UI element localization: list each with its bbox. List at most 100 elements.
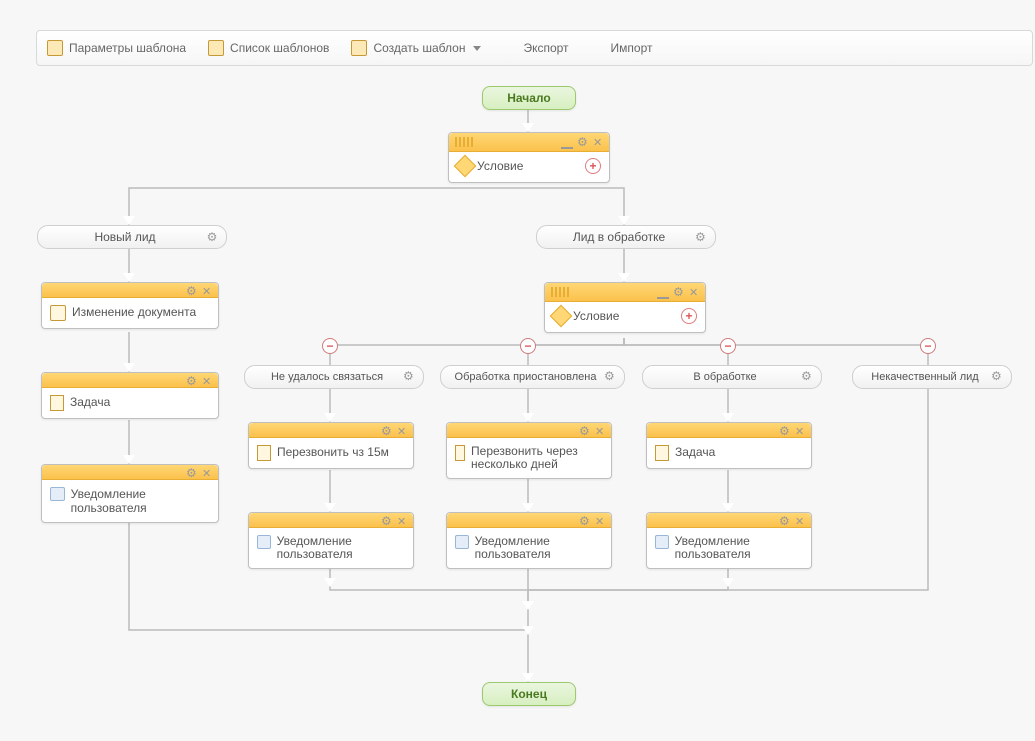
gear-icon[interactable] <box>604 370 616 382</box>
import-icon <box>591 41 605 55</box>
action-notify-user-3[interactable]: Уведомление пользователя <box>446 512 612 569</box>
notify-icon <box>455 535 469 549</box>
branch-label: Некачественный лид <box>871 371 978 383</box>
node-label: Конец <box>511 687 547 701</box>
branch-in-progress[interactable]: Лид в обработке <box>536 225 716 249</box>
toolbar-import-button[interactable]: Импорт <box>591 41 653 55</box>
branch-label: Не удалось связаться <box>271 371 383 383</box>
notify-icon <box>655 535 669 549</box>
close-icon[interactable] <box>593 135 605 147</box>
minimize-icon[interactable] <box>657 285 669 299</box>
condition-node[interactable]: Условие <box>448 132 610 183</box>
start-node[interactable]: Начало <box>482 86 576 110</box>
branch-label: Лид в обработке <box>573 230 665 244</box>
close-icon[interactable] <box>397 424 409 436</box>
task-icon <box>455 445 465 461</box>
toolbar-label: Параметры шаблона <box>69 41 186 55</box>
node-label: Уведомление пользователя <box>71 487 210 515</box>
workflow-canvas[interactable]: Начало Условие Новый лид <box>0 70 1035 741</box>
notify-icon <box>257 535 271 549</box>
branch-label: Обработка приостановлена <box>455 371 597 383</box>
params-icon <box>47 40 63 56</box>
end-node[interactable]: Конец <box>482 682 576 706</box>
branch-new-lead[interactable]: Новый лид <box>37 225 227 249</box>
toolbar-label: Создать шаблон <box>373 41 465 55</box>
gear-icon[interactable] <box>206 230 218 242</box>
arrow-icon <box>722 503 734 512</box>
branch-low-quality[interactable]: Некачественный лид <box>852 365 1012 389</box>
remove-branch-icon[interactable] <box>322 338 338 354</box>
node-label: Начало <box>507 91 550 105</box>
gear-icon[interactable] <box>186 284 198 296</box>
node-label: Задача <box>675 445 715 459</box>
condition-icon <box>454 155 477 178</box>
gear-icon[interactable] <box>579 424 591 436</box>
toolbar: Параметры шаблона Список шаблонов Создат… <box>36 30 1033 66</box>
drag-handle-icon[interactable] <box>551 287 569 297</box>
minimize-icon[interactable] <box>561 135 573 149</box>
gear-icon[interactable] <box>801 370 813 382</box>
close-icon[interactable] <box>795 514 807 526</box>
gear-icon[interactable] <box>381 424 393 436</box>
action-task[interactable]: Задача <box>41 372 219 419</box>
node-header[interactable] <box>545 283 705 302</box>
toolbar-template-list-button[interactable]: Список шаблонов <box>208 40 329 56</box>
close-icon[interactable] <box>397 514 409 526</box>
node-label: Перезвонить чз 15м <box>277 445 389 459</box>
arrow-icon <box>522 601 534 610</box>
node-label: Уведомление пользователя <box>675 535 803 561</box>
branch-processing[interactable]: В обработке <box>642 365 822 389</box>
create-icon <box>351 40 367 56</box>
close-icon[interactable] <box>202 284 214 296</box>
remove-branch-icon[interactable] <box>720 338 736 354</box>
toolbar-label: Список шаблонов <box>230 41 329 55</box>
gear-icon[interactable] <box>186 466 198 478</box>
gear-icon[interactable] <box>695 230 707 242</box>
close-icon[interactable] <box>595 514 607 526</box>
remove-branch-icon[interactable] <box>920 338 936 354</box>
action-callback-15m[interactable]: Перезвонить чз 15м <box>248 422 414 469</box>
chevron-down-icon <box>473 46 481 51</box>
action-callback-days[interactable]: Перезвонить через несколько дней <box>446 422 612 479</box>
arrow-icon <box>324 413 336 422</box>
gear-icon[interactable] <box>673 285 685 297</box>
gear-icon[interactable] <box>579 514 591 526</box>
branch-label: Новый лид <box>94 230 155 244</box>
add-branch-icon[interactable] <box>585 158 601 174</box>
branch-paused[interactable]: Обработка приостановлена <box>440 365 625 389</box>
action-notify-user-2[interactable]: Уведомление пользователя <box>248 512 414 569</box>
task-icon <box>50 395 64 411</box>
gear-icon[interactable] <box>403 370 415 382</box>
gear-icon[interactable] <box>577 135 589 147</box>
close-icon[interactable] <box>595 424 607 436</box>
toolbar-label: Импорт <box>611 41 653 55</box>
close-icon[interactable] <box>689 285 701 297</box>
gear-icon[interactable] <box>779 424 791 436</box>
close-icon[interactable] <box>795 424 807 436</box>
action-change-document[interactable]: Изменение документа <box>41 282 219 329</box>
close-icon[interactable] <box>202 374 214 386</box>
close-icon[interactable] <box>202 466 214 478</box>
task-icon <box>257 445 271 461</box>
drag-handle-icon[interactable] <box>455 137 473 147</box>
action-notify-user-4[interactable]: Уведомление пользователя <box>646 512 812 569</box>
node-header[interactable] <box>449 133 609 152</box>
branch-no-contact[interactable]: Не удалось связаться <box>244 365 424 389</box>
gear-icon[interactable] <box>381 514 393 526</box>
toolbar-export-button[interactable]: Экспорт <box>503 41 568 55</box>
toolbar-create-template-button[interactable]: Создать шаблон <box>351 40 481 56</box>
condition-node-2[interactable]: Условие <box>544 282 706 333</box>
action-notify-user[interactable]: Уведомление пользователя <box>41 464 219 523</box>
gear-icon[interactable] <box>991 370 1003 382</box>
gear-icon[interactable] <box>186 374 198 386</box>
list-icon <box>208 40 224 56</box>
arrow-icon <box>722 413 734 422</box>
arrow-icon <box>123 273 135 282</box>
action-task-2[interactable]: Задача <box>646 422 812 469</box>
toolbar-template-params-button[interactable]: Параметры шаблона <box>47 40 186 56</box>
add-branch-icon[interactable] <box>681 308 697 324</box>
arrow-icon <box>618 216 630 225</box>
remove-branch-icon[interactable] <box>520 338 536 354</box>
gear-icon[interactable] <box>779 514 791 526</box>
branch-label: В обработке <box>693 371 756 383</box>
